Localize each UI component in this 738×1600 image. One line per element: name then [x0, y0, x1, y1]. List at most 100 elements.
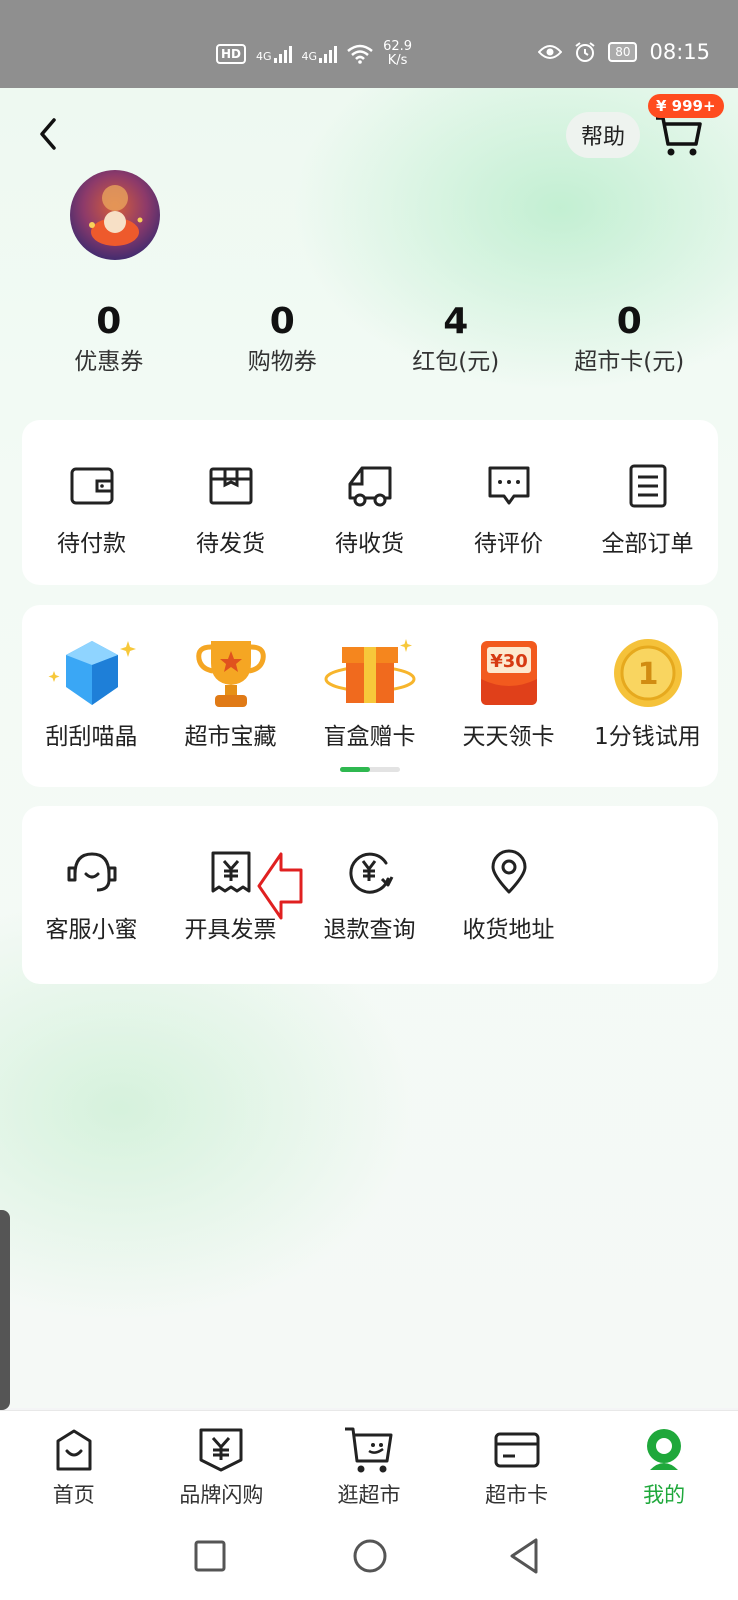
refund-icon	[348, 852, 393, 894]
service-label: 收货地址	[462, 917, 555, 943]
status-left: HD 4G 4G 62.9 K/s	[216, 40, 412, 68]
network-type-2: 4G	[301, 50, 318, 63]
invoice-icon	[211, 851, 250, 893]
order-label: 待发货	[196, 531, 265, 557]
eye-icon	[538, 45, 563, 59]
order-all[interactable]: 全部订单	[578, 458, 717, 558]
activity-label: 天天领卡	[462, 724, 555, 750]
recent-apps-icon[interactable]	[188, 1534, 232, 1578]
order-pending-review[interactable]: 待评价	[439, 458, 578, 558]
truck-icon	[348, 466, 391, 507]
cart-badge: ¥ 999+	[648, 94, 724, 118]
service-shipping-address[interactable]: 收货地址	[439, 844, 578, 944]
stat-label: 红包(元)	[412, 349, 500, 375]
service-label: 客服小蜜	[45, 917, 138, 943]
crystal-icon	[48, 641, 136, 705]
service-customer-support[interactable]: 客服小蜜	[22, 844, 161, 944]
wallet-icon	[70, 467, 113, 505]
back-arrow-icon[interactable]	[30, 112, 66, 156]
bottom-tab-bar: 首页 品牌闪购 逛超市 超市卡 我的	[0, 1410, 738, 1512]
service-label: 退款查询	[323, 917, 416, 943]
signal-bars-icon	[319, 45, 338, 63]
shopping-cart-icon	[344, 1427, 393, 1473]
tab-home[interactable]: 首页	[0, 1411, 148, 1512]
trophy-icon	[195, 641, 266, 707]
stat-label: 超市卡(元)	[574, 349, 685, 375]
edge-handle	[0, 1210, 10, 1410]
stat-label: 购物券	[247, 349, 317, 375]
stat-red-packet[interactable]: 4 红包(元)	[369, 300, 543, 390]
stat-supermarket-card[interactable]: 0 超市卡(元)	[543, 300, 717, 390]
tab-label: 超市卡	[485, 1483, 549, 1507]
tab-label: 首页	[52, 1483, 95, 1507]
avatar-image	[89, 185, 143, 246]
tab-supermarket[interactable]: 逛超市	[295, 1411, 443, 1512]
order-pending-receipt[interactable]: 待收货	[300, 458, 439, 558]
cart-icon[interactable]	[654, 112, 704, 158]
order-list-icon	[629, 464, 666, 508]
activity-daily-card[interactable]: ¥30 天天领卡	[439, 635, 578, 751]
alarm-icon	[575, 42, 595, 62]
order-pending-shipment[interactable]: 待发货	[161, 458, 300, 558]
signal-2: 4G	[302, 45, 338, 63]
home-circle-icon[interactable]	[348, 1534, 392, 1578]
stat-coupon[interactable]: 0 优惠券	[22, 300, 196, 390]
package-icon	[209, 467, 252, 505]
activity-supermarket-treasure[interactable]: 超市宝藏	[161, 635, 300, 751]
order-label: 待付款	[57, 531, 126, 557]
clock: 08:15	[649, 40, 710, 64]
activity-label: 1分钱试用	[594, 724, 701, 750]
annotation-arrow-icon	[257, 852, 303, 920]
battery-icon: 80	[608, 42, 638, 62]
status-right: 80 08:15	[538, 40, 710, 64]
status-bar: HD 4G 4G 62.9 K/s 80 08:15	[0, 0, 738, 88]
orders-card: 待付款 待发货 待收货 待评价 全部订单	[22, 420, 718, 585]
back-triangle-icon[interactable]	[504, 1534, 548, 1578]
coin-icon: 1	[613, 639, 682, 707]
order-pending-payment[interactable]: 待付款	[22, 458, 161, 558]
services-grid: 客服小蜜 开具发票 退款查询 收货地址	[22, 844, 718, 944]
tab-label: 品牌闪购	[179, 1483, 264, 1507]
home-bag-icon	[56, 1429, 92, 1471]
activity-scratch-crystal[interactable]: 刮刮喵晶	[22, 635, 161, 751]
activity-one-cent-trial[interactable]: 1 1分钱试用	[578, 635, 717, 751]
asset-stats: 0 优惠券 0 购物券 4 红包(元) 0 超市卡(元)	[22, 300, 716, 390]
stat-value: 4	[443, 301, 469, 342]
tab-brand-flash[interactable]: 品牌闪购	[148, 1411, 296, 1512]
order-label: 待收货	[335, 531, 404, 557]
network-speed: 62.9 K/s	[383, 40, 412, 68]
coupon-30-icon: ¥30	[480, 641, 537, 705]
activity-label: 盲盒赠卡	[323, 724, 416, 750]
activities-card: 刮刮喵晶 超市宝藏 盲盒赠卡 ¥30 天天领卡 1 1分钱试用	[22, 605, 718, 787]
location-icon	[491, 849, 526, 894]
brand-flash-icon	[199, 1428, 243, 1472]
stat-shopping-voucher[interactable]: 0 购物券	[196, 300, 370, 390]
activity-label: 刮刮喵晶	[45, 724, 138, 750]
activity-blind-box[interactable]: 盲盒赠卡	[300, 635, 439, 751]
avatar[interactable]	[70, 170, 160, 260]
activity-label: 超市宝藏	[184, 724, 277, 750]
tab-mine[interactable]: 我的	[590, 1411, 738, 1512]
hd-indicator: HD	[216, 44, 247, 64]
activities-grid: 刮刮喵晶 超市宝藏 盲盒赠卡 ¥30 天天领卡 1 1分钱试用	[22, 635, 718, 751]
signal-1: 4G	[256, 45, 292, 63]
service-refund-query[interactable]: 退款查询	[300, 844, 439, 944]
coupon-value: ¥30	[490, 651, 528, 672]
orders-grid: 待付款 待发货 待收货 待评价 全部订单	[22, 458, 718, 558]
speed-value: 62.9	[383, 39, 413, 54]
order-label: 待评价	[474, 531, 543, 557]
stat-value: 0	[616, 301, 642, 342]
system-nav-bar	[0, 1512, 738, 1600]
services-card: 客服小蜜 开具发票 退款查询 收货地址	[22, 806, 718, 984]
stat-value: 0	[269, 301, 295, 342]
network-type-1: 4G	[256, 50, 272, 63]
headset-icon	[67, 852, 116, 892]
tab-supermarket-card[interactable]: 超市卡	[443, 1411, 591, 1512]
wifi-icon	[347, 44, 373, 64]
stat-value: 0	[96, 301, 122, 342]
comment-icon	[488, 466, 529, 505]
profile-icon	[647, 1429, 682, 1470]
help-button[interactable]: 帮助	[566, 112, 640, 158]
signal-bars-icon	[273, 45, 292, 63]
speed-unit: K/s	[387, 53, 408, 68]
